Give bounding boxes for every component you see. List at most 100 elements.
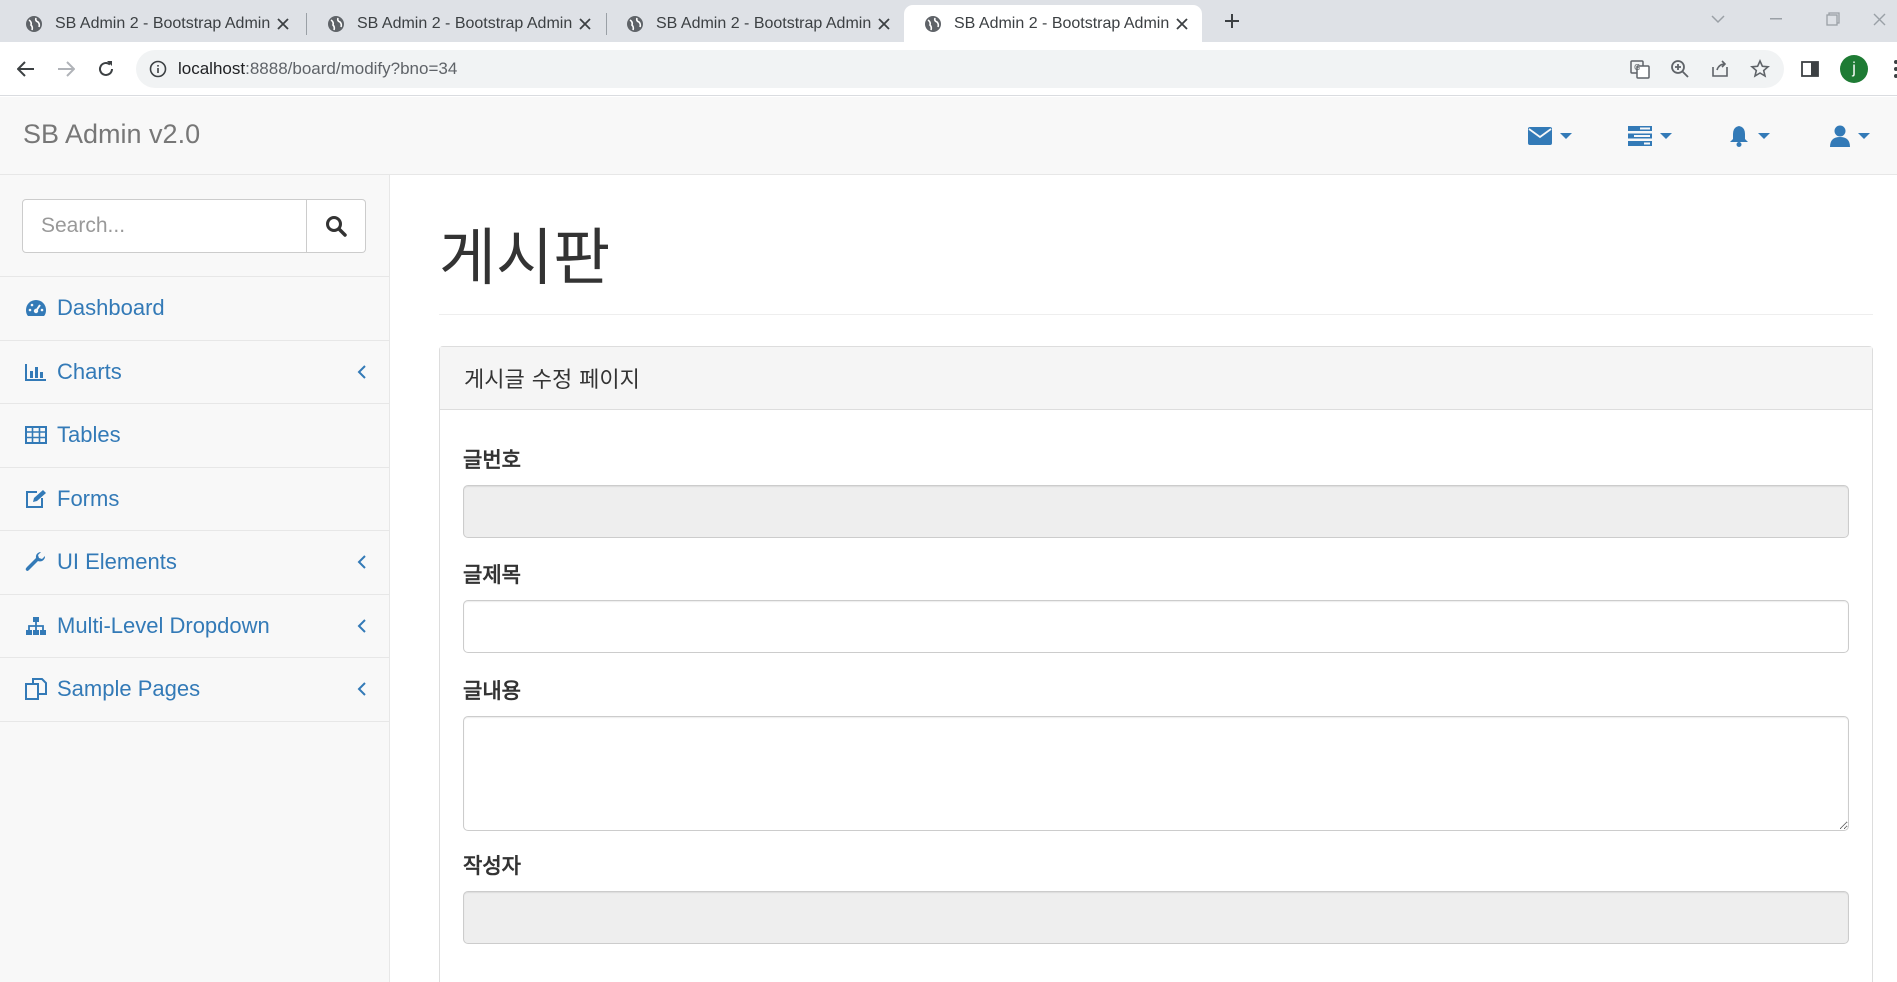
search-input[interactable] — [22, 199, 307, 253]
caret-down-icon — [1560, 133, 1572, 139]
table-icon — [24, 423, 48, 447]
sidebar-item-label: Forms — [57, 485, 120, 511]
messages-dropdown[interactable] — [1528, 121, 1572, 151]
sidebar-item-label: Tables — [57, 422, 121, 448]
user-dropdown[interactable] — [1830, 121, 1870, 151]
top-navbar: SB Admin v2.0 — [0, 97, 1897, 175]
sidebar-item-ui-elements[interactable]: UI Elements — [0, 531, 390, 595]
tasks-dropdown[interactable] — [1628, 121, 1672, 151]
close-icon[interactable] — [1172, 14, 1192, 34]
menu-kebab-icon[interactable] — [1884, 57, 1897, 81]
globe-icon — [925, 15, 941, 32]
content-label: 글내용 — [463, 679, 521, 703]
minimize-icon[interactable] — [1761, 6, 1791, 32]
sidebar-item-label: UI Elements — [57, 549, 177, 575]
bell-icon — [1730, 126, 1748, 147]
browser-tab[interactable]: SB Admin 2 - Bootstrap Admin — [606, 5, 904, 42]
dashboard-icon — [24, 296, 48, 320]
panel-heading: 게시글 수정 페이지 — [440, 347, 1872, 410]
reload-icon[interactable] — [94, 57, 118, 81]
modify-panel: 게시글 수정 페이지 글번호 글제목 글내용 작성자 — [439, 346, 1873, 982]
sidebar: Dashboard Charts Tables Forms UI Element… — [0, 175, 390, 982]
bno-label: 글번호 — [463, 448, 521, 472]
writer-field[interactable] — [463, 891, 1849, 944]
user-icon — [1830, 125, 1850, 147]
sidebar-item-sample-pages[interactable]: Sample Pages — [0, 658, 390, 722]
tab-title: SB Admin 2 - Bootstrap Admin — [954, 14, 1170, 32]
content-textarea[interactable] — [463, 716, 1849, 831]
sidebar-item-multi-level-dropdown[interactable]: Multi-Level Dropdown — [0, 595, 390, 658]
sidebar-menu: Dashboard Charts Tables Forms UI Element… — [0, 276, 390, 722]
sidebar-item-label: Sample Pages — [57, 676, 201, 702]
sidebar-item-charts[interactable]: Charts — [0, 341, 390, 404]
browser-tab-active[interactable]: SB Admin 2 - Bootstrap Admin — [904, 5, 1202, 42]
writer-label: 작성자 — [463, 854, 521, 878]
edit-icon — [24, 487, 48, 511]
form-group-content: 글내용 — [463, 675, 1849, 836]
restore-icon[interactable] — [1818, 6, 1848, 32]
search-button[interactable] — [307, 199, 366, 253]
browser-tab[interactable]: SB Admin 2 - Bootstrap Admin — [307, 5, 605, 42]
chevron-left-icon — [357, 618, 366, 633]
url-host: localhost — [178, 59, 246, 78]
caret-down-icon — [1758, 133, 1770, 139]
title-field[interactable] — [463, 600, 1849, 653]
side-panel-icon[interactable] — [1798, 57, 1822, 81]
close-icon[interactable] — [874, 14, 894, 34]
sidebar-item-label: Charts — [57, 358, 122, 384]
address-bar[interactable]: localhost:8888/board/modify?bno=34 — [136, 50, 1784, 88]
sidebar-item-tables[interactable]: Tables — [0, 404, 390, 468]
zoom-icon[interactable] — [1668, 57, 1692, 81]
sidebar-item-label: Multi-Level Dropdown — [57, 612, 270, 638]
tab-title: SB Admin 2 - Bootstrap Admin — [656, 14, 872, 32]
title-label: 글제목 — [463, 563, 521, 587]
tab-title: SB Admin 2 - Bootstrap Admin — [55, 14, 271, 32]
close-window-icon[interactable] — [1864, 6, 1894, 32]
wrench-icon — [24, 550, 48, 574]
sidebar-search — [22, 199, 366, 253]
sidebar-item-label: Dashboard — [57, 295, 165, 321]
sitemap-icon — [24, 614, 48, 638]
caret-down-icon — [1660, 133, 1672, 139]
files-icon — [24, 677, 48, 701]
alerts-dropdown[interactable] — [1728, 121, 1770, 151]
search-icon — [326, 216, 347, 237]
browser-tab-strip: SB Admin 2 - Bootstrap Admin SB Admin 2 … — [0, 0, 1897, 42]
browser-toolbar: localhost:8888/board/modify?bno=34 G — [0, 42, 1897, 96]
bar-chart-icon — [24, 360, 48, 384]
chevron-left-icon — [357, 682, 366, 696]
chevron-left-icon — [357, 555, 366, 569]
svg-text:G: G — [1634, 63, 1640, 72]
tab-search-icon[interactable] — [1703, 6, 1733, 32]
caret-down-icon — [1858, 133, 1870, 139]
close-icon[interactable] — [575, 14, 595, 34]
forward-icon[interactable] — [54, 57, 78, 81]
sidebar-item-dashboard[interactable]: Dashboard — [0, 277, 390, 341]
close-icon[interactable] — [273, 14, 293, 34]
sidebar-item-forms[interactable]: Forms — [0, 468, 390, 531]
bookmark-star-icon[interactable] — [1748, 57, 1772, 81]
url-text: localhost:8888/board/modify?bno=34 — [178, 59, 457, 79]
page-title: 게시판 — [439, 221, 611, 294]
new-tab-icon[interactable] — [1220, 9, 1244, 33]
globe-icon — [627, 15, 643, 32]
bno-field[interactable] — [463, 485, 1849, 538]
tasks-icon — [1628, 126, 1652, 146]
chevron-left-icon — [357, 364, 366, 379]
back-icon[interactable] — [14, 57, 38, 81]
globe-icon — [26, 15, 42, 32]
navbar-brand[interactable]: SB Admin v2.0 — [23, 119, 200, 150]
profile-avatar[interactable]: j — [1840, 55, 1868, 83]
url-path: :8888/board/modify?bno=34 — [245, 59, 458, 78]
page-header: 게시판 — [439, 227, 1873, 315]
browser-tab[interactable]: SB Admin 2 - Bootstrap Admin — [5, 5, 303, 42]
share-icon[interactable] — [1708, 57, 1732, 81]
form-group-writer: 작성자 — [463, 850, 1849, 944]
page-wrapper: 게시판 게시글 수정 페이지 글번호 글제목 글내용 작성자 — [391, 175, 1897, 982]
envelope-icon — [1528, 127, 1552, 145]
form-group-bno: 글번호 — [463, 444, 1849, 538]
form-group-title: 글제목 — [463, 559, 1849, 653]
translate-icon[interactable]: G — [1628, 57, 1652, 81]
globe-icon — [328, 15, 344, 32]
info-icon[interactable] — [148, 59, 168, 79]
